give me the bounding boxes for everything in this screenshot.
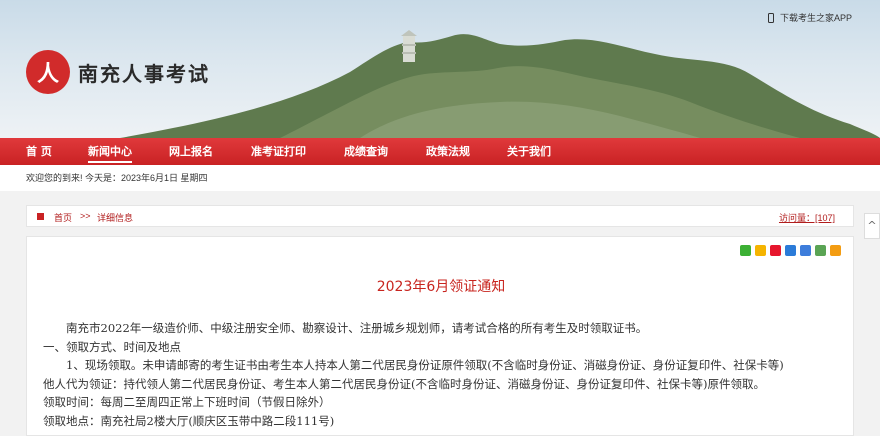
baidu-icon[interactable] [785,245,796,256]
article-paragraph: 领取时间：每周二至周四正常上下班时间（节假日除外） [43,395,331,410]
article-paragraph: 他人代为领证：持代领人第二代居民身份证、考生本人第二代居民身份证(不含临时身份证… [43,376,765,391]
tieba-icon[interactable] [800,245,811,256]
weibo-icon[interactable] [770,245,781,256]
visit-count: 访问量：[107] [778,213,835,223]
article-body: 南充市2022年一级造价师、中级注册安全师、勘察设计、注册城乡规划师，请考试合格… [43,319,843,431]
breadcrumb-current[interactable]: 详细信息 [97,211,133,224]
nav-item-register[interactable]: 网上报名 [169,138,213,165]
article-title: 2023年6月领证通知 [376,279,506,295]
nav-item-scores[interactable]: 成绩查询 [344,138,388,165]
main-nav: 首 页 新闻中心 网上报名 准考证打印 成绩查询 政策法规 关于我们 [0,138,880,165]
nav-item-home[interactable]: 首 页 [26,138,52,165]
article-paragraph: 1、现场领取。未申请邮寄的考生证书由考生本人持本人第二代居民身份证原件领取(不含… [43,358,784,373]
nav-item-policy[interactable]: 政策法规 [426,138,470,165]
welcome-bar: 欢迎您的到来! 今天是：2023年6月1日 星期四 [0,165,880,191]
scroll-to-top-button[interactable]: ^ [864,213,880,239]
chevron-up-icon: ^ [867,219,877,232]
site-title[interactable]: 南充人事考试 [78,58,210,87]
breadcrumb-home-link[interactable]: 首页 [54,211,72,224]
nav-item-admission[interactable]: 准考证打印 [251,138,306,165]
more-icon[interactable] [830,245,841,256]
article-paragraph: 一、领取方式、时间及地点 [43,339,181,354]
logo-glyph: 人 [36,61,59,87]
douban-icon[interactable] [815,245,826,256]
article-panel: 2023年6月领证通知 南充市2022年一级造价师、中级注册安全师、勘察设计、注… [26,236,854,436]
site-logo[interactable]: 人 [26,50,70,94]
article-paragraph: 南充市2022年一级造价师、中级注册安全师、勘察设计、注册城乡规划师，请考试合格… [43,321,648,335]
qzone-icon[interactable] [755,245,766,256]
download-app-label: 下载考生之家APP [779,13,852,23]
nav-item-news[interactable]: 新闻中心 [88,138,132,163]
wechat-icon[interactable] [740,245,751,256]
home-icon [37,213,44,220]
share-toolbar [740,245,841,256]
nav-item-about[interactable]: 关于我们 [507,138,551,165]
header-banner: 人 南充人事考试 下载考生之家APP [0,0,880,138]
breadcrumb: 首页 >> 详细信息 访问量：[107] [26,205,854,227]
welcome-text: 欢迎您的到来! 今天是：2023年6月1日 星期四 [26,173,208,183]
breadcrumb-separator: >> [80,211,91,221]
download-app-link[interactable]: 下载考生之家APP [767,11,852,24]
phone-icon [767,12,774,23]
article-paragraph: 领取地点：南充社局2楼大厅(顺庆区玉带中路二段111号) [43,413,335,428]
